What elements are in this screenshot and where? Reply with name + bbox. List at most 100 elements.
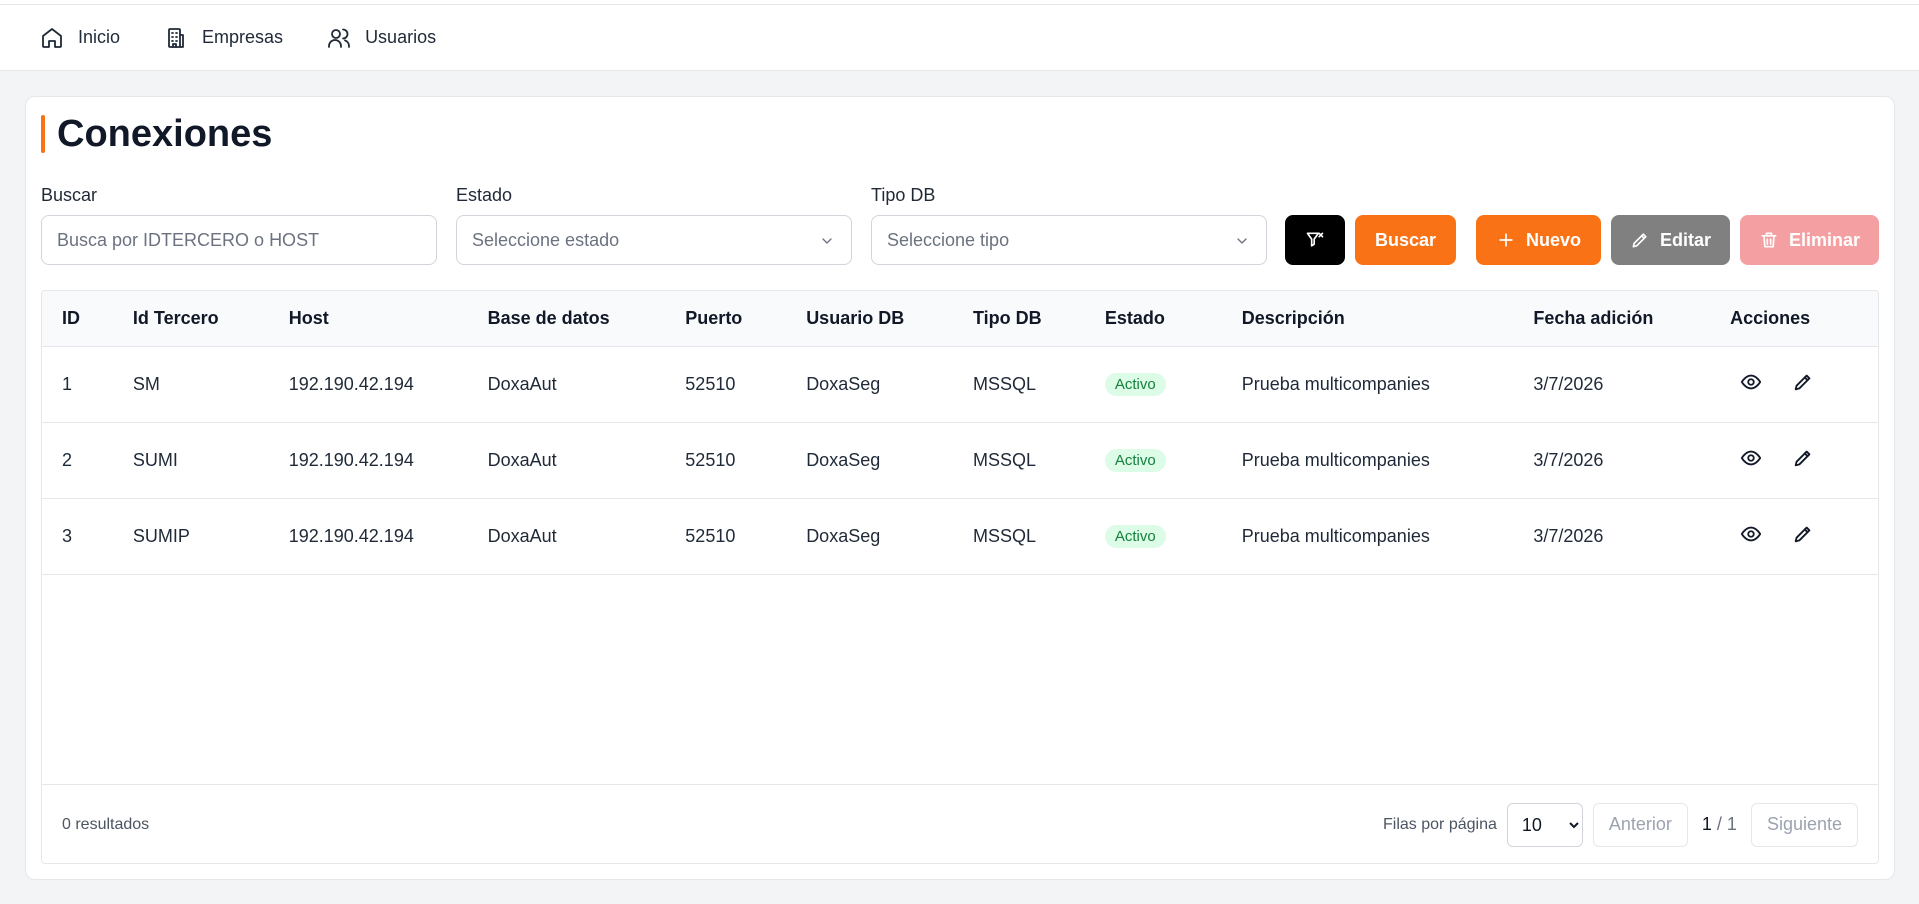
column-header: ID xyxy=(42,291,113,347)
estado-label: Estado xyxy=(456,185,513,205)
filter-clear-icon xyxy=(1306,232,1324,247)
eye-icon[interactable] xyxy=(1740,371,1762,393)
cell-puerto: 52510 xyxy=(685,373,736,394)
cell-host: 192.190.42.194 xyxy=(288,373,414,394)
cell-estado: Activo xyxy=(1085,498,1222,574)
nav-label: Inicio xyxy=(78,27,121,47)
edit-button[interactable]: Editar xyxy=(1611,215,1730,265)
users-icon xyxy=(328,28,350,48)
search-button-label: Buscar xyxy=(1374,229,1437,250)
column-header: Fecha adición xyxy=(1513,291,1711,347)
trash-icon xyxy=(1761,232,1777,248)
title-accent-bar xyxy=(41,115,45,153)
cell-tercero: SUMIP xyxy=(132,525,190,546)
cell-fecha: 3/7/2026 xyxy=(1533,525,1604,546)
cell-id: 1 xyxy=(62,373,73,394)
cell-descripcion: Prueba multicompanies xyxy=(1241,525,1430,546)
cell-id: 2 xyxy=(62,449,73,470)
page-indicator: 1 / 1 xyxy=(1702,814,1737,835)
new-button-label: Nuevo xyxy=(1525,229,1581,250)
column-header: Tipo DB xyxy=(953,291,1085,347)
page-current: 1 xyxy=(1701,814,1712,834)
eye-icon[interactable] xyxy=(1740,523,1762,545)
pencil-icon xyxy=(1632,233,1647,248)
chevron-down-icon xyxy=(822,238,832,244)
table-footer: 0 resultados Filas por página 10 Anterio… xyxy=(42,784,1878,863)
column-header: Base de datos xyxy=(467,291,666,347)
results-count: 0 resultados xyxy=(62,815,150,833)
connections-card: Conexiones Buscar Estado Seleccione esta… xyxy=(25,96,1895,880)
next-page-button[interactable]: Siguiente xyxy=(1750,802,1858,847)
cell-db: DoxaAut xyxy=(487,373,557,394)
cell-puerto: 52510 xyxy=(685,449,736,470)
status-badge: Activo xyxy=(1104,372,1166,396)
new-button[interactable]: Nuevo xyxy=(1476,215,1601,265)
cell-usuario: DoxaSeg xyxy=(806,525,881,546)
pencil-icon[interactable] xyxy=(1792,371,1814,393)
search-label: Buscar xyxy=(41,185,98,205)
nav-item-inicio[interactable]: Inicio xyxy=(40,26,120,50)
nav-label: Usuarios xyxy=(365,27,437,47)
column-header: Descripción xyxy=(1221,291,1514,347)
page-title-text: Conexiones xyxy=(57,112,273,155)
estado-select-value: Seleccione estado xyxy=(472,229,620,250)
rows-per-page-label: Filas por página xyxy=(1383,815,1497,833)
eye-icon[interactable] xyxy=(1740,447,1762,469)
search-button[interactable]: Buscar xyxy=(1355,215,1456,265)
cell-tipo: MSSQL xyxy=(973,373,1037,394)
column-header: Estado xyxy=(1084,291,1222,347)
cell-usuario: DoxaSeg xyxy=(806,449,881,470)
column-header: Id Tercero xyxy=(112,291,269,347)
cell-host: 192.190.42.194 xyxy=(288,525,414,546)
plus-icon xyxy=(1499,233,1513,247)
page-title: Conexiones xyxy=(41,112,273,155)
tipo-db-select-value: Seleccione tipo xyxy=(887,229,1010,250)
delete-button[interactable]: Eliminar xyxy=(1740,215,1879,265)
rows-per-page-select[interactable]: 10 xyxy=(1506,802,1583,847)
status-badge: Activo xyxy=(1104,524,1166,548)
cell-estado: Activo xyxy=(1085,346,1222,422)
delete-button-label: Eliminar xyxy=(1788,229,1861,250)
connections-table: ID Id Tercero Host Base de datos Puerto … xyxy=(41,290,1879,864)
cell-id: 3 xyxy=(62,525,73,546)
cell-fecha: 3/7/2026 xyxy=(1533,449,1604,470)
cell-acciones xyxy=(1710,498,1878,574)
cell-descripcion: Prueba multicompanies xyxy=(1241,449,1430,470)
nav-item-empresas[interactable]: Empresas xyxy=(164,26,283,50)
search-input[interactable] xyxy=(41,215,437,265)
cell-db: DoxaAut xyxy=(487,449,557,470)
column-header: Usuario DB xyxy=(786,291,953,347)
page-total: / 1 xyxy=(1716,814,1737,834)
cell-fecha: 3/7/2026 xyxy=(1533,373,1604,394)
edit-button-label: Editar xyxy=(1659,229,1711,250)
clear-filter-button[interactable] xyxy=(1285,215,1345,265)
cell-estado: Activo xyxy=(1085,422,1222,498)
chevron-down-icon xyxy=(1237,238,1247,244)
cell-tercero: SUMI xyxy=(132,449,178,470)
column-header: Acciones xyxy=(1710,291,1878,347)
cell-acciones xyxy=(1710,346,1878,422)
top-nav: Inicio Empresas Usuarios xyxy=(0,5,1919,71)
table-row[interactable]: 1 SM 192.190.42.194 DoxaAut 52510 DoxaSe… xyxy=(42,346,1878,422)
table-row[interactable]: 3 SUMIP 192.190.42.194 DoxaAut 52510 Dox… xyxy=(42,498,1878,574)
cell-tercero: SM xyxy=(132,373,160,394)
pagination: Filas por página 10 Anterior 1 / 1 Sigui… xyxy=(1383,802,1858,847)
estado-select[interactable]: Seleccione estado xyxy=(456,215,852,265)
home-icon xyxy=(42,27,62,48)
cell-acciones xyxy=(1710,422,1878,498)
column-header: Host xyxy=(268,291,468,347)
table-row[interactable]: 2 SUMI 192.190.42.194 DoxaAut 52510 Doxa… xyxy=(42,422,1878,498)
cell-puerto: 52510 xyxy=(685,525,736,546)
status-badge: Activo xyxy=(1104,448,1166,472)
cell-usuario: DoxaSeg xyxy=(806,373,881,394)
prev-page-button[interactable]: Anterior xyxy=(1592,802,1688,847)
pencil-icon[interactable] xyxy=(1792,447,1814,469)
pencil-icon[interactable] xyxy=(1792,523,1814,545)
cell-tipo: MSSQL xyxy=(973,449,1037,470)
nav-item-usuarios[interactable]: Usuarios xyxy=(327,26,436,50)
tipo-db-select[interactable]: Seleccione tipo xyxy=(871,215,1267,265)
table-header-row: ID Id Tercero Host Base de datos Puerto … xyxy=(42,291,1878,347)
cell-descripcion: Prueba multicompanies xyxy=(1241,373,1430,394)
cell-host: 192.190.42.194 xyxy=(288,449,414,470)
nav-label: Empresas xyxy=(202,27,284,47)
